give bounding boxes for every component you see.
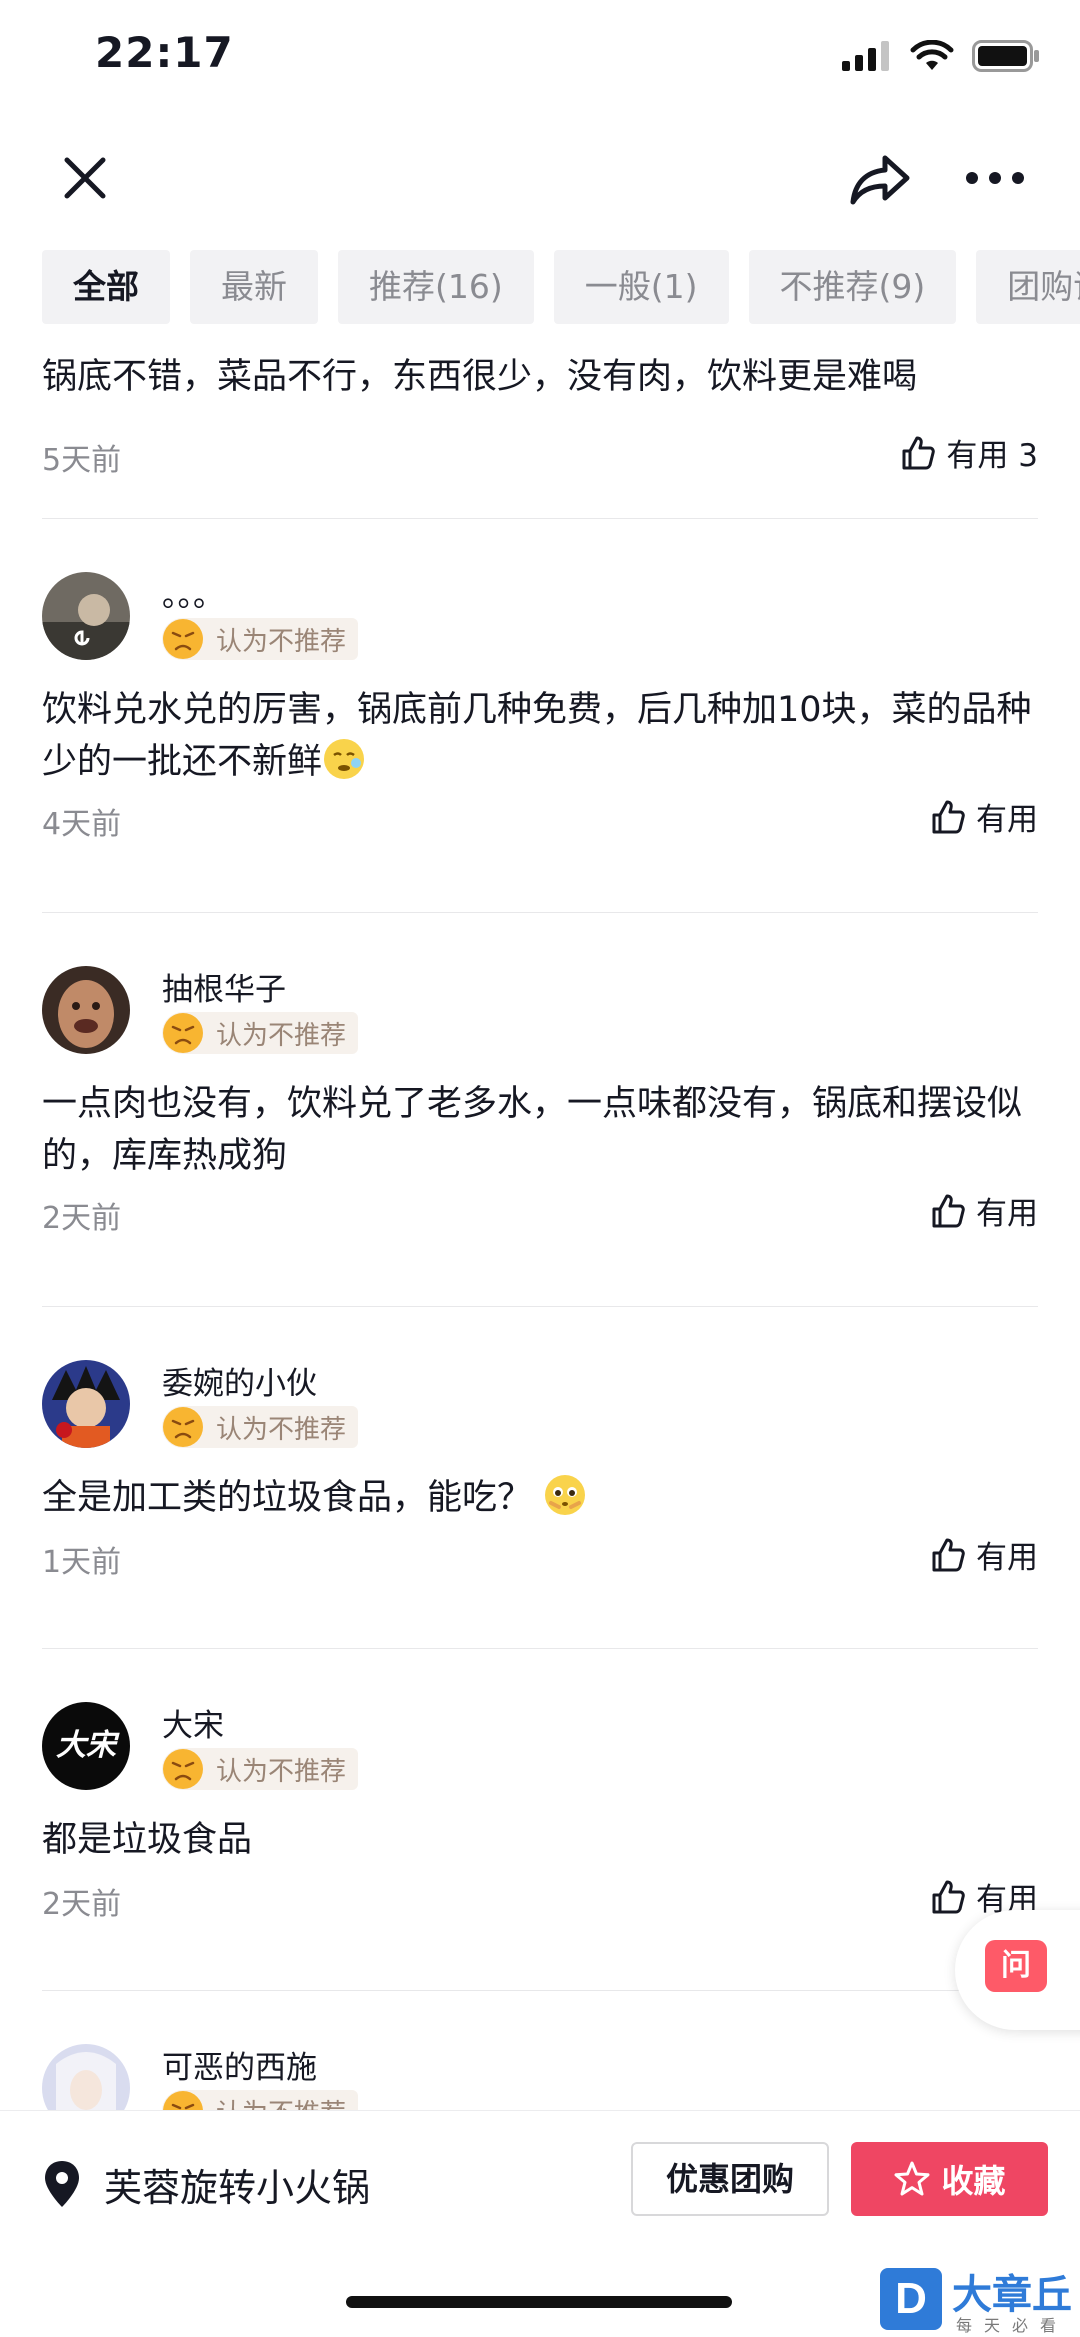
user-name[interactable]: 。。。 (162, 570, 224, 615)
review-meta: 4天前 有用 (42, 794, 1038, 844)
user-name[interactable]: 大宋 (162, 1700, 224, 1745)
cellular-signal-icon (842, 41, 889, 71)
useful-button[interactable]: 有用 (930, 1532, 1038, 1577)
angry-face-icon (163, 1013, 203, 1053)
divider (42, 912, 1038, 913)
review-text-content: 饮料兑水兑的厉害，锅底前几种免费，后几种加10块，菜的品种少的一批还不新鲜 (42, 690, 1032, 782)
favorite-label: 收藏 (941, 2162, 1006, 2200)
wifi-icon (910, 40, 954, 70)
review-meta: 2天前 有用 (42, 1188, 1038, 1238)
avatar[interactable]: 大宋 (42, 1702, 130, 1790)
review-time: 1天前 (42, 1545, 122, 1580)
tab-all[interactable]: 全部 (42, 250, 170, 324)
review-text: 一点肉也没有，饮料兑了老多水，一点味都没有，锅底和摆设似的，库库热成狗 (42, 1084, 1023, 1176)
review-text: 都是垃圾食品 (42, 1820, 253, 1860)
thumbs-up-icon (932, 1538, 965, 1571)
nav-bar (0, 130, 1080, 230)
user-name[interactable]: 可恶的西施 (162, 2042, 317, 2087)
user-name[interactable]: 委婉的小伙 (162, 1358, 317, 1403)
divider (42, 1990, 1038, 1991)
poi-name[interactable]: 芙蓉旋转小火锅 (104, 2157, 370, 2212)
rating-label: 认为不推荐 (216, 1414, 347, 1445)
review-time: 2天前 (42, 1887, 122, 1922)
rating-badge: 认为不推荐 (162, 1748, 359, 1790)
group-buy-button[interactable]: 优惠团购 (631, 2142, 829, 2216)
avatar-text: 大宋 (56, 1728, 116, 1763)
useful-label: 有用 (976, 1196, 1038, 1232)
disappointed-face-icon (324, 739, 365, 779)
filter-tabs: 全部最新推荐(16) 一般(1) 不推荐(9) 团购评价 (42, 250, 1080, 324)
watermark: D 大章丘 每天必看 (880, 2262, 1080, 2337)
thumbs-up-icon (932, 1880, 965, 1913)
review-text: 饮料兑水兑的厉害，锅底前几种免费，后几种加10块，菜的品种少的一批还不新鲜 (42, 684, 1038, 788)
user-name[interactable]: 抽根华子 (162, 964, 286, 1009)
divider (42, 1648, 1038, 1649)
home-indicator (346, 2296, 732, 2308)
useful-label: 有用 (976, 802, 1038, 838)
avatar[interactable] (42, 2044, 130, 2110)
review-list: 锅底不错，菜品不行，东西很少，没有肉，饮料更是难喝 5天前 有用 3 。。。 认… (0, 330, 1080, 2110)
review-text-content: 全是加工类的垃圾食品，能吃？ (42, 1478, 533, 1518)
tab-group-buy-review[interactable]: 团购评价 (976, 250, 1080, 324)
status-time: 22:17 (95, 28, 234, 77)
angry-face-icon (163, 2091, 203, 2110)
review-time: 4天前 (42, 807, 122, 842)
avatar[interactable] (42, 1360, 130, 1448)
rating-label: 认为不推荐 (216, 626, 347, 657)
tab-recommend[interactable]: 推荐(16) (338, 250, 534, 324)
close-icon[interactable] (55, 148, 115, 208)
useful-button[interactable]: 有用 (930, 1188, 1038, 1233)
tab-latest[interactable]: 最新 (190, 250, 318, 324)
rating-badge: 认为不推荐 (162, 1406, 359, 1448)
review-meta: 2天前 有用 (42, 1874, 1038, 1924)
useful-button[interactable]: 有用 3 (900, 430, 1038, 475)
rating-badge: 认为不推荐 (162, 2090, 359, 2111)
watermark-logo-icon: D (880, 2268, 942, 2330)
tab-not-recommend[interactable]: 不推荐(9) (748, 250, 957, 324)
rating-label: 认为不推荐 (216, 2093, 346, 2111)
useful-button[interactable]: 有用 (930, 794, 1038, 839)
useful-label: 有用 (976, 1540, 1038, 1576)
thumbs-up-icon (932, 800, 965, 833)
status-bar: 22:17 (0, 0, 1080, 120)
angry-face-icon (163, 1749, 203, 1789)
useful-label: 有用 3 (946, 438, 1038, 474)
divider (42, 1306, 1038, 1307)
tab-average[interactable]: 一般(1) (553, 250, 729, 324)
ask-icon: 问 (985, 1940, 1047, 1992)
divider (42, 518, 1038, 519)
review-meta: 1天前 有用 (42, 1532, 1038, 1582)
rating-badge: 认为不推荐 (162, 618, 359, 660)
angry-face-icon (163, 619, 203, 659)
angry-face-icon (163, 1407, 203, 1447)
status-icons (842, 40, 1040, 72)
rating-label: 认为不推荐 (216, 1020, 347, 1051)
pleading-face-icon (545, 1475, 586, 1515)
review-time: 5天前 (42, 443, 122, 478)
star-icon (894, 2161, 930, 2196)
review-meta: 5天前 有用 3 (42, 430, 1038, 480)
rating-badge: 认为不推荐 (162, 1012, 359, 1054)
avatar[interactable] (42, 966, 130, 1054)
thumbs-up-icon (932, 1194, 965, 1227)
rating-label: 认为不推荐 (216, 1756, 347, 1787)
watermark-subtitle: 每天必看 (956, 2316, 1069, 2335)
battery-icon (972, 40, 1039, 72)
more-icon[interactable] (960, 148, 1030, 208)
favorite-button[interactable]: 收藏 (851, 2142, 1048, 2216)
share-icon[interactable] (845, 144, 915, 214)
review-text: 全是加工类的垃圾食品，能吃？ (42, 1472, 1038, 1524)
ask-float-button[interactable]: 问 (955, 1910, 1080, 2030)
review-time: 2天前 (42, 1201, 122, 1236)
thumbs-up-icon (902, 436, 936, 469)
avatar[interactable] (42, 572, 130, 660)
review-text: 锅底不错，菜品不行，东西很少，没有肉，饮料更是难喝 (42, 357, 918, 397)
location-pin-icon (45, 2161, 79, 2207)
